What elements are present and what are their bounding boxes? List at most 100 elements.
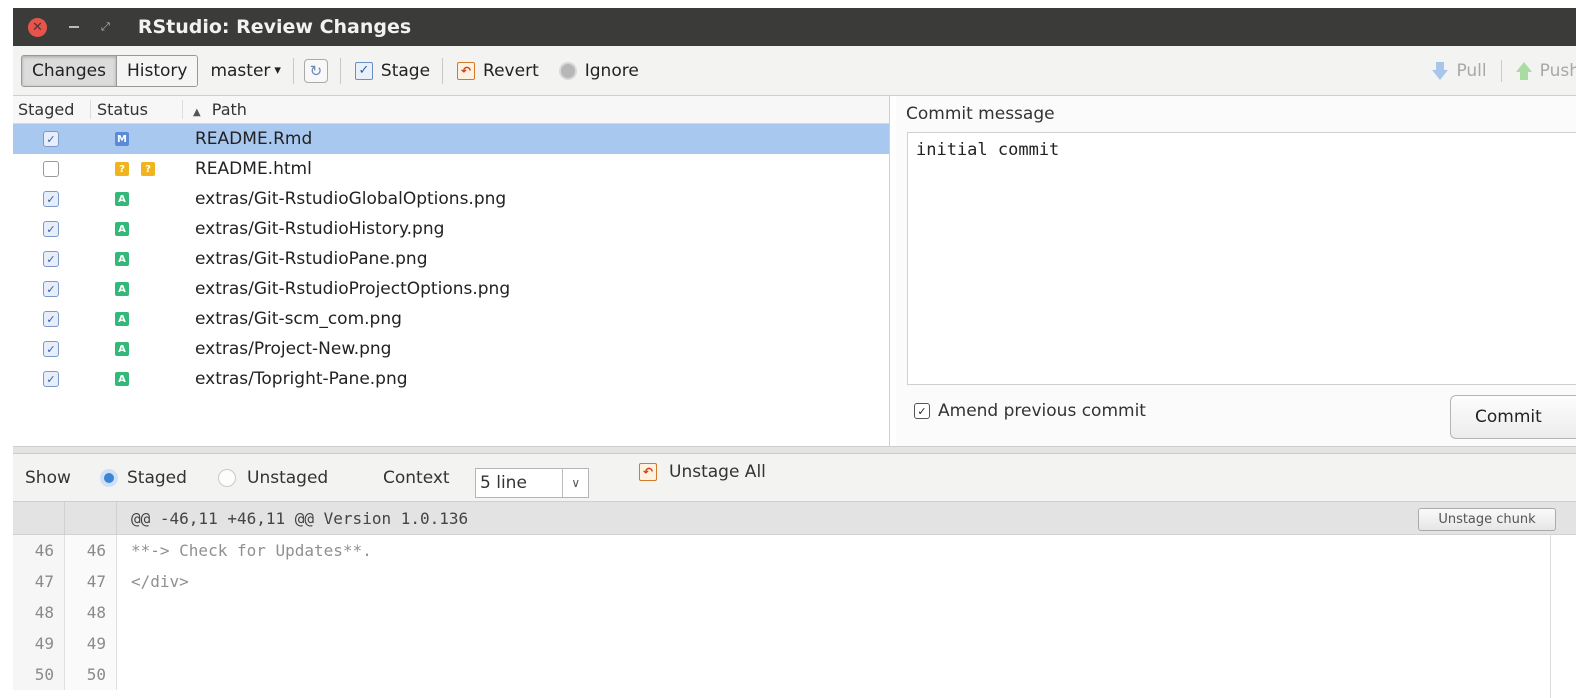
diff-lines: 46 46 **-> Check for Updates**. 47 47 </div> 4…	[13, 535, 1576, 690]
maximize-window-icon[interactable]: ⤢	[101, 20, 110, 34]
file-row[interactable]: ✓ Aextras/Project-New.png	[13, 334, 889, 364]
staged-checkbox[interactable]: ✓	[43, 131, 59, 147]
status-cell: A	[91, 192, 183, 206]
file-row[interactable]: ?? README.html	[13, 154, 889, 184]
stage-button[interactable]: ✓ Stage	[354, 60, 431, 81]
ignore-button[interactable]: Ignore	[558, 60, 639, 81]
file-list-header: Staged Status ▲ Path	[13, 96, 889, 124]
minimize-window-icon[interactable]	[69, 26, 79, 28]
unstage-all-label: Unstage All	[669, 462, 766, 482]
amend-check-icon: ✓	[914, 403, 930, 419]
status-cell: A	[91, 222, 183, 236]
diff-view: @@ -46,11 +46,11 @@ Version 1.0.136 Unst…	[13, 502, 1576, 698]
status-cell: A	[91, 372, 183, 386]
chevron-down-icon: ∨	[562, 469, 588, 497]
file-path: extras/Git-RstudioProjectOptions.png	[195, 279, 511, 299]
stage-label: Stage	[380, 60, 431, 81]
column-header-status[interactable]: Status	[91, 100, 183, 119]
staged-cell: ✓	[13, 221, 91, 237]
diff-line-text: </div>	[131, 572, 189, 591]
new-line-number: 48	[65, 597, 117, 628]
status-badge: A	[115, 192, 129, 206]
status-badge: ?	[115, 162, 129, 176]
staged-checkbox[interactable]: ✓	[43, 221, 59, 237]
staged-checkbox[interactable]: ✓	[43, 281, 59, 297]
commit-button[interactable]: Commit	[1450, 395, 1576, 439]
status-badge: ?	[141, 162, 155, 176]
hunk-header-text: @@ -46,11 +46,11 @@ Version 1.0.136	[131, 508, 469, 528]
push-button[interactable]: Push	[1515, 61, 1576, 81]
diff-divider	[1550, 535, 1551, 698]
staged-checkbox[interactable]: ✓	[43, 311, 59, 327]
radio-unstaged-label: Unstaged	[247, 468, 329, 488]
new-line-number: 49	[65, 628, 117, 659]
unstage-all-button[interactable]: ↶ Unstage All	[639, 448, 766, 496]
window-title: RStudio: Review Changes	[137, 16, 412, 38]
column-header-staged[interactable]: Staged	[13, 100, 91, 119]
file-row[interactable]: ✓ M README.Rmd	[13, 124, 889, 154]
toolbar-separator	[1500, 60, 1502, 82]
context-select[interactable]: 5 line ∨	[475, 468, 589, 498]
ignore-label: Ignore	[584, 60, 639, 81]
file-rows: ✓ M README.Rmd?? README.html ✓ Aextras/Git-Rs…	[13, 124, 889, 394]
refresh-button[interactable]: ↻	[303, 58, 328, 83]
staged-cell: ✓	[13, 191, 91, 207]
tab-changes[interactable]: Changes	[22, 55, 116, 86]
unstage-chunk-button[interactable]: Unstage chunk	[1418, 508, 1556, 531]
staged-checkbox[interactable]: ✓	[43, 191, 59, 207]
file-row[interactable]: ✓ Aextras/Git-RstudioProjectOptions.png	[13, 274, 889, 304]
staged-cell: ✓	[13, 341, 91, 357]
status-cell: A	[91, 252, 183, 266]
pull-arrow-icon	[1432, 62, 1449, 80]
pane-splitter[interactable]	[13, 446, 1576, 454]
file-path: extras/Git-RstudioGlobalOptions.png	[195, 189, 507, 209]
toolbar-separator	[442, 57, 444, 84]
file-row[interactable]: ✓ Aextras/Git-RstudioGlobalOptions.png	[13, 184, 889, 214]
diff-line: 48 48	[13, 597, 1576, 628]
toolbar-separator	[339, 57, 341, 84]
revert-button[interactable]: ↶ Revert	[457, 61, 539, 81]
status-cell: A	[91, 282, 183, 296]
revert-icon: ↶	[457, 61, 476, 80]
main-toolbar: Changes History master ▾ ↻ ✓ Stage ↶ Rev…	[13, 46, 1576, 96]
staged-cell: ✓	[13, 251, 91, 267]
branch-dropdown[interactable]: master ▾	[210, 61, 280, 81]
commit-message-label: Commit message	[906, 104, 1055, 124]
amend-checkbox[interactable]: ✓ Amend previous commit	[914, 401, 1146, 421]
diff-line-text: **-> Check for Updates**.	[131, 541, 372, 560]
file-row[interactable]: ✓ Aextras/Git-RstudioHistory.png	[13, 214, 889, 244]
revert-label: Revert	[483, 60, 539, 81]
path-header-label: Path	[211, 100, 247, 119]
old-line-number: 47	[13, 566, 65, 597]
radio-staged[interactable]: Staged	[100, 454, 187, 502]
staged-checkbox[interactable]	[43, 161, 59, 177]
file-path: extras/Git-RstudioPane.png	[195, 249, 428, 269]
file-path: extras/Project-New.png	[195, 339, 392, 359]
tab-history[interactable]: History	[115, 55, 198, 86]
status-badge: A	[115, 372, 129, 386]
hunk-gutter-new	[65, 502, 117, 534]
pull-button[interactable]: Pull	[1432, 61, 1487, 81]
push-label: Push	[1539, 61, 1576, 81]
check-icon: ✓	[354, 61, 373, 80]
column-header-path[interactable]: ▲ Path	[183, 100, 247, 119]
staged-checkbox[interactable]: ✓	[43, 371, 59, 387]
status-cell: M	[91, 132, 183, 146]
remote-tools: Pull Push	[1432, 46, 1576, 96]
file-row[interactable]: ✓ Aextras/Topright-Pane.png	[13, 364, 889, 394]
status-badge: A	[115, 282, 129, 296]
file-row[interactable]: ✓ Aextras/Git-scm_com.png	[13, 304, 889, 334]
diff-line: 50 50	[13, 659, 1576, 690]
staged-checkbox[interactable]: ✓	[43, 341, 59, 357]
radio-unstaged[interactable]: Unstaged	[218, 454, 328, 502]
close-window-icon[interactable]: ✕	[28, 17, 47, 37]
hunk-header: @@ -46,11 +46,11 @@ Version 1.0.136 Unst…	[13, 502, 1576, 535]
show-label: Show	[25, 468, 71, 488]
staged-checkbox[interactable]: ✓	[43, 251, 59, 267]
diff-toolbar: Show Staged Unstaged Context 5 line ∨ ↶ …	[13, 454, 1576, 502]
hunk-gutter-old	[13, 502, 65, 534]
old-line-number: 48	[13, 597, 65, 628]
commit-message-input[interactable]: initial commit	[907, 132, 1576, 385]
file-row[interactable]: ✓ Aextras/Git-RstudioPane.png	[13, 244, 889, 274]
status-badge: A	[115, 222, 129, 236]
